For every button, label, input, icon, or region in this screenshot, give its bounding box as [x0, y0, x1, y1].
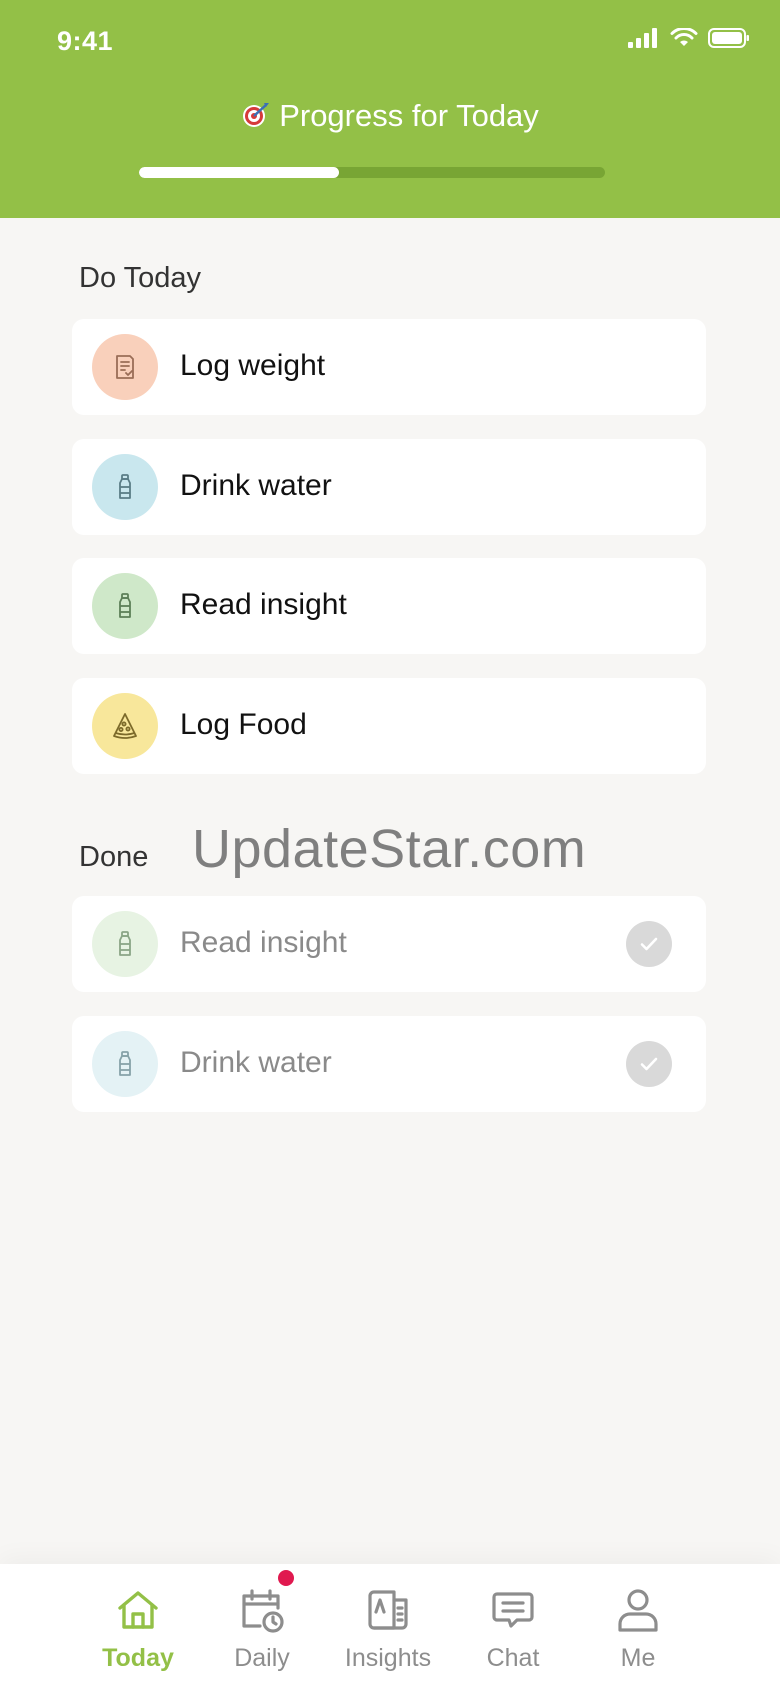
- task-icon-circle: [92, 334, 158, 400]
- tab-insights[interactable]: Insights: [328, 1564, 448, 1691]
- person-icon: [618, 1589, 658, 1632]
- pizza-slice-icon: [113, 713, 137, 739]
- task-label: Log Food: [180, 708, 307, 741]
- task-icon-circle: [92, 573, 158, 639]
- done-card-read-insight[interactable]: Read insight: [72, 896, 706, 992]
- section-title-done: Done: [79, 841, 149, 873]
- bottle-icon: [119, 474, 131, 499]
- header: 9:41 Progress for Today: [0, 0, 780, 218]
- status-time: 9:41: [57, 26, 114, 56]
- tab-label: Today: [102, 1644, 174, 1672]
- progress-bar: [139, 167, 605, 178]
- task-label: Read insight: [180, 926, 347, 959]
- tab-daily[interactable]: Daily: [202, 1564, 322, 1691]
- done-card-drink-water[interactable]: Drink water: [72, 1016, 706, 1112]
- completed-check-badge[interactable]: [626, 1041, 672, 1087]
- calendar-clock-icon: [242, 1589, 284, 1633]
- task-card-log-weight[interactable]: Log weight: [72, 319, 706, 415]
- task-card-read-insight[interactable]: Read insight: [72, 558, 706, 654]
- completed-check-badge[interactable]: [626, 921, 672, 967]
- tab-label: Daily: [234, 1644, 290, 1672]
- tab-today[interactable]: Today: [78, 1564, 198, 1691]
- chat-bubble-icon: [492, 1592, 534, 1628]
- task-card-log-food[interactable]: Log Food: [72, 678, 706, 774]
- signal-icon: [628, 28, 657, 48]
- task-card-drink-water[interactable]: Drink water: [72, 439, 706, 535]
- section-title-do-today: Do Today: [79, 262, 201, 294]
- watermark: UpdateStar.com: [192, 819, 587, 879]
- checkmark-icon: [640, 937, 658, 951]
- tab-bar: Today Daily Insights Chat Me: [0, 1564, 780, 1691]
- checkmark-icon: [640, 1057, 658, 1071]
- page-title-text: Progress for Today: [279, 98, 539, 133]
- battery-icon: [708, 28, 749, 48]
- task-label: Read insight: [180, 588, 347, 621]
- bottle-icon: [119, 593, 131, 618]
- task-icon-circle: [92, 454, 158, 520]
- target-icon: [243, 103, 270, 127]
- task-label: Log weight: [180, 349, 326, 382]
- page-title: Progress for Today: [0, 98, 780, 134]
- tab-label: Chat: [486, 1644, 540, 1672]
- newspaper-icon: [368, 1590, 408, 1630]
- tab-chat[interactable]: Chat: [453, 1564, 573, 1691]
- tab-label: Insights: [344, 1644, 432, 1672]
- task-icon-circle: [92, 1031, 158, 1097]
- clipboard-check-icon: [116, 355, 134, 379]
- bottle-icon: [119, 931, 131, 956]
- home-icon: [118, 1591, 158, 1629]
- task-label: Drink water: [180, 469, 332, 502]
- notification-badge: [278, 1570, 294, 1586]
- wifi-icon: [670, 28, 698, 46]
- status-icons: [628, 28, 750, 48]
- bottle-icon: [119, 1051, 131, 1076]
- task-icon-circle: [92, 911, 158, 977]
- progress-bar-fill: [139, 167, 340, 178]
- task-icon-circle: [92, 693, 158, 759]
- tab-me[interactable]: Me: [578, 1564, 698, 1691]
- status-bar: 9:41: [0, 0, 780, 80]
- tab-label: Me: [620, 1644, 656, 1672]
- task-label: Drink water: [180, 1046, 332, 1079]
